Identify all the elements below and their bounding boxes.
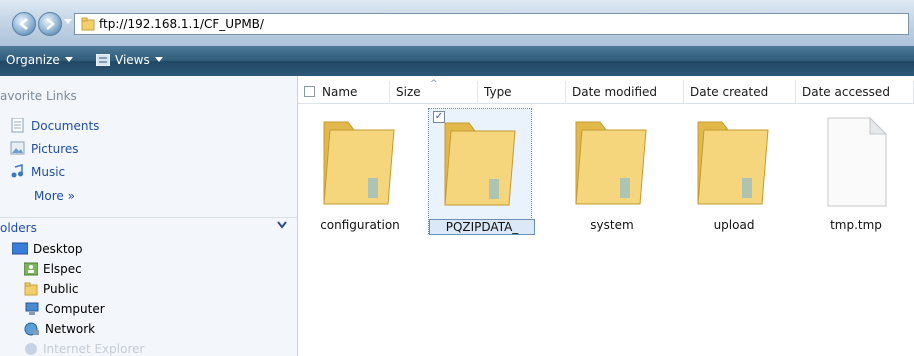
- favorite-pictures[interactable]: Pictures: [10, 141, 79, 156]
- large-folder-icon: [697, 121, 769, 205]
- history-dropdown-icon[interactable]: [64, 19, 72, 25]
- tree-item-label: Network: [45, 322, 96, 336]
- item-label: configuration: [320, 218, 400, 232]
- views-label: Views: [115, 53, 150, 67]
- favorite-label: Documents: [31, 118, 100, 133]
- item-label: system: [590, 218, 634, 232]
- column-label: Date accessed: [802, 85, 890, 99]
- folder-item-configuration[interactable]: configuration: [308, 108, 412, 234]
- blank-file-icon: [827, 116, 888, 207]
- favorite-links-header: avorite Links: [0, 89, 77, 103]
- ie-icon: [25, 343, 37, 355]
- content-pane: Name Size ^ Type Date modified Date crea…: [298, 76, 914, 356]
- column-date-accessed[interactable]: Date accessed: [796, 81, 914, 103]
- item-checkbox[interactable]: ✓: [433, 111, 445, 123]
- desktop-icon: [12, 242, 28, 255]
- views-icon: [96, 54, 110, 66]
- column-header-row: Name Size ^ Type Date modified Date crea…: [298, 79, 914, 104]
- column-label: Name: [322, 85, 358, 99]
- large-folder-icon: [323, 121, 395, 205]
- pictures-icon: [10, 141, 25, 155]
- chevron-down-icon: [154, 57, 163, 62]
- address-path: ftp://192.168.1.1/CF_UPMB/: [99, 17, 264, 31]
- tree-item-computer[interactable]: Computer: [24, 302, 105, 316]
- computer-icon: [25, 302, 39, 315]
- tree-item-label: Desktop: [33, 242, 83, 256]
- chevron-down-icon: [277, 221, 287, 229]
- document-icon: [11, 118, 24, 133]
- explorer-window: ftp://192.168.1.1/CF_UPMB/ Organize View…: [0, 0, 914, 356]
- views-menu[interactable]: Views: [96, 53, 163, 67]
- command-toolbar: Organize Views: [0, 46, 914, 76]
- item-label: tmp.tmp: [830, 218, 882, 232]
- tree-item-label: Public: [43, 282, 79, 296]
- folders-header-label: olders: [0, 221, 37, 235]
- column-label: Date created: [690, 85, 769, 99]
- item-label: upload: [713, 218, 755, 232]
- folder-item-system[interactable]: system: [560, 108, 664, 234]
- column-label: Date modified: [572, 85, 658, 99]
- tree-item-label: Elspec: [43, 262, 82, 276]
- chevron-down-icon: [64, 57, 73, 62]
- folder-item-upload[interactable]: upload: [682, 108, 786, 234]
- forward-arrow-icon: [46, 18, 55, 30]
- column-label: Size: [396, 85, 421, 99]
- favorite-label: Pictures: [31, 141, 79, 156]
- column-date-modified[interactable]: Date modified: [566, 81, 684, 103]
- select-all-checkbox[interactable]: [304, 86, 315, 97]
- folder-icon: [81, 17, 95, 31]
- back-arrow-icon: [19, 18, 28, 30]
- more-link[interactable]: More »: [34, 189, 75, 203]
- favorite-label: Music: [31, 164, 66, 179]
- tree-item-label: Computer: [45, 302, 105, 316]
- music-icon: [11, 164, 23, 178]
- user-folder-icon: [24, 262, 38, 276]
- item-label: PQZIPDATA_: [429, 219, 535, 235]
- address-bar-area: ftp://192.168.1.1/CF_UPMB/: [0, 0, 914, 46]
- tree-item-label: Internet Explorer: [43, 342, 145, 356]
- tree-item-public[interactable]: Public: [24, 282, 79, 296]
- back-button[interactable]: [12, 12, 36, 36]
- column-label: Type: [484, 85, 512, 99]
- tree-item-network[interactable]: Network: [24, 322, 95, 336]
- tree-item-elspec[interactable]: Elspec: [24, 262, 82, 276]
- file-item-tmp[interactable]: tmp.tmp: [804, 108, 908, 234]
- tree-item-internet-explorer[interactable]: Internet Explorer: [24, 342, 144, 356]
- folder-icon: [24, 282, 38, 296]
- address-field[interactable]: ftp://192.168.1.1/CF_UPMB/: [74, 13, 909, 35]
- folder-item-pqzipdata[interactable]: ✓ PQZIPDATA_: [428, 108, 535, 235]
- organize-label: Organize: [6, 53, 60, 67]
- organize-menu[interactable]: Organize: [6, 53, 73, 67]
- folders-header[interactable]: olders: [0, 217, 297, 238]
- large-folder-icon: [444, 122, 516, 206]
- favorite-music[interactable]: Music: [10, 164, 65, 179]
- large-folder-icon: [575, 121, 647, 205]
- column-name[interactable]: Name: [298, 81, 390, 103]
- column-type[interactable]: Type: [478, 81, 566, 103]
- forward-button[interactable]: [38, 12, 62, 36]
- navigation-pane: avorite Links Documents Pictures Music M…: [0, 76, 298, 356]
- favorite-documents[interactable]: Documents: [10, 118, 99, 133]
- tree-item-desktop[interactable]: Desktop: [12, 242, 83, 256]
- network-icon: [24, 322, 39, 336]
- sort-arrow-icon: ^: [430, 79, 438, 89]
- column-date-created[interactable]: Date created: [684, 81, 796, 103]
